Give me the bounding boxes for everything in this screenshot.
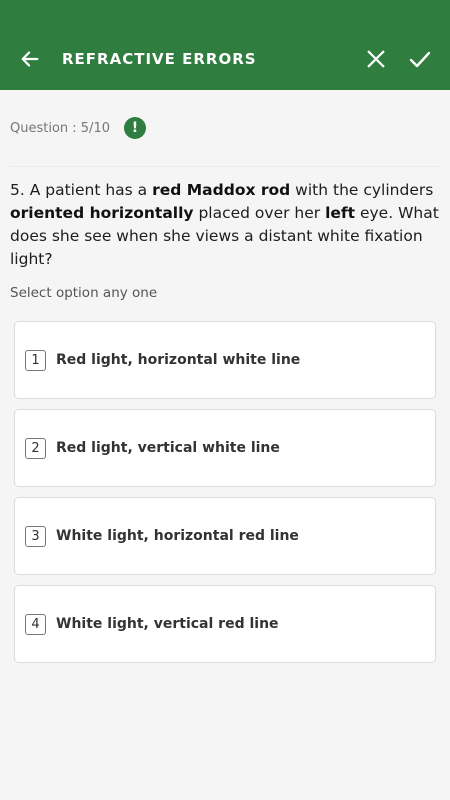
option-1[interactable]: 1 Red light, horizontal white line bbox=[14, 321, 436, 399]
option-4[interactable]: 4 White light, vertical red line bbox=[14, 585, 436, 663]
question-part-bold: left bbox=[325, 204, 356, 222]
check-icon bbox=[409, 51, 431, 68]
question-meta: Question : 5/10 ! bbox=[10, 90, 436, 166]
app-bar: REFRACTIVE ERRORS bbox=[0, 28, 450, 90]
option-label: White light, horizontal red line bbox=[56, 528, 299, 544]
page-title: REFRACTIVE ERRORS bbox=[62, 50, 257, 68]
question-part-bold: oriented horizontally bbox=[10, 204, 194, 222]
close-icon bbox=[367, 50, 385, 68]
question-text: 5. A patient has a red Maddox rod with t… bbox=[10, 179, 440, 271]
submit-button[interactable] bbox=[402, 41, 438, 77]
question-counter: Question : 5/10 bbox=[10, 120, 110, 136]
back-button[interactable] bbox=[16, 45, 44, 73]
select-hint: Select option any one bbox=[10, 285, 158, 301]
status-bar bbox=[0, 0, 450, 28]
question-part: 5. A patient has a bbox=[10, 181, 153, 199]
option-3[interactable]: 3 White light, horizontal red line bbox=[14, 497, 436, 575]
option-number: 4 bbox=[25, 613, 46, 635]
question-part-bold: red Maddox rod bbox=[152, 181, 291, 199]
close-button[interactable] bbox=[358, 41, 394, 77]
option-label: Red light, horizontal white line bbox=[56, 352, 301, 368]
option-label: White light, vertical red line bbox=[56, 616, 279, 632]
alert-icon[interactable]: ! bbox=[123, 117, 146, 139]
question-part: placed over her bbox=[193, 204, 326, 222]
option-label: Red light, vertical white line bbox=[56, 440, 280, 456]
question-part: with the cylinders bbox=[290, 181, 434, 199]
arrow-back-icon bbox=[21, 51, 39, 67]
option-number: 1 bbox=[25, 349, 46, 371]
quiz-content: Question : 5/10 ! 5. A patient has a red… bbox=[0, 90, 450, 663]
option-2[interactable]: 2 Red light, vertical white line bbox=[14, 409, 436, 487]
divider bbox=[10, 166, 440, 167]
option-number: 3 bbox=[25, 525, 46, 547]
option-number: 2 bbox=[25, 437, 46, 459]
